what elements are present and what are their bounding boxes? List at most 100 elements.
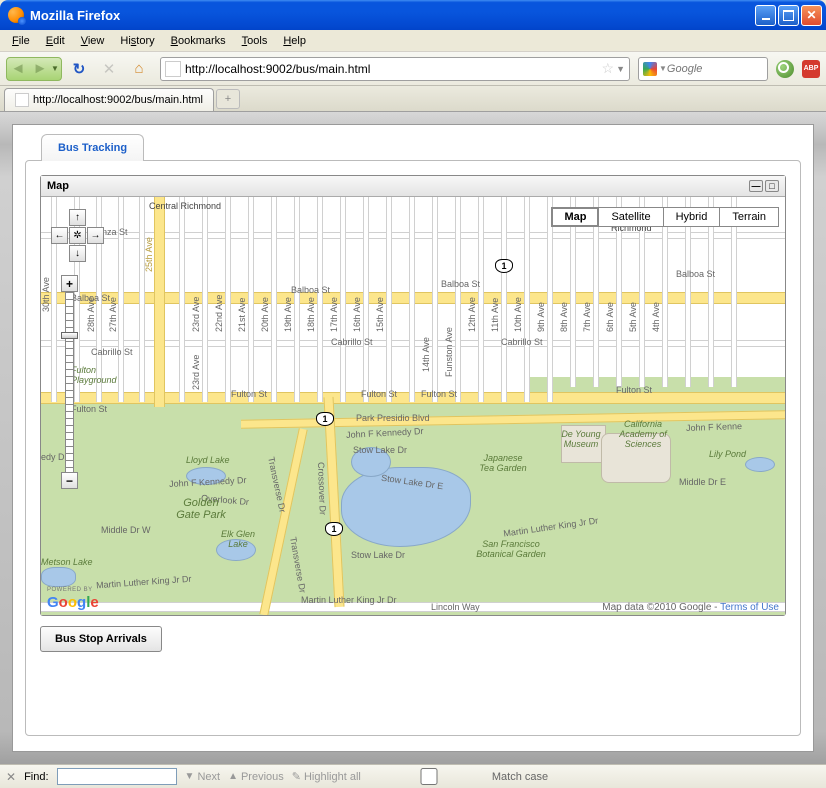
lake xyxy=(41,567,76,587)
reload-button[interactable]: ↻ xyxy=(66,56,92,82)
pan-up-button[interactable]: ↑ xyxy=(69,209,86,226)
zoom-slider-track[interactable] xyxy=(65,292,74,472)
match-case-input[interactable] xyxy=(369,768,489,785)
terms-link[interactable]: Terms of Use xyxy=(720,602,779,613)
map-panel-header: Map — □ xyxy=(41,176,785,197)
road xyxy=(248,197,254,402)
menu-bookmarks[interactable]: Bookmarks xyxy=(163,32,234,50)
road xyxy=(202,197,208,402)
highway-shield: 1 xyxy=(316,412,334,426)
bus-stop-arrivals-button[interactable]: Bus Stop Arrivals xyxy=(40,626,162,652)
map-label: Martin Luther King Jr Dr xyxy=(301,595,397,605)
road xyxy=(294,197,300,402)
forward-button[interactable]: ► xyxy=(29,58,51,80)
map-label: Lloyd Lake xyxy=(186,455,230,465)
zoom-in-button[interactable]: + xyxy=(61,275,78,292)
google-logo: Google xyxy=(47,594,99,611)
menu-view[interactable]: View xyxy=(73,32,113,50)
map-label: Funston Ave xyxy=(444,327,454,377)
map-label: 30th Ave xyxy=(41,277,51,312)
content-area: Bus Tracking Map — □ xyxy=(0,112,826,764)
map-label: Fulton St xyxy=(616,385,652,395)
url-history-dropdown[interactable]: ▼ xyxy=(616,64,625,74)
map-label: Elk Glen Lake xyxy=(218,529,258,549)
match-case-checkbox[interactable]: Match case xyxy=(369,768,548,785)
map-label: Crossover Dr xyxy=(316,462,328,515)
map-label: 21st Ave xyxy=(237,298,247,332)
map-label: Balboa St xyxy=(676,269,715,279)
url-input[interactable] xyxy=(185,62,600,76)
find-next-button[interactable]: ▼Next xyxy=(185,771,221,783)
map-label: Balboa St xyxy=(291,285,330,295)
map-label: 10th Ave xyxy=(513,297,523,332)
home-button[interactable]: ⌂ xyxy=(126,56,152,82)
close-button[interactable] xyxy=(801,5,822,26)
road xyxy=(478,197,484,402)
url-bar[interactable]: ☆ ▼ xyxy=(160,57,630,81)
map-type-hybrid[interactable]: Hybrid xyxy=(663,207,721,227)
menu-history[interactable]: History xyxy=(112,32,162,50)
minimize-button[interactable] xyxy=(755,5,776,26)
pan-down-button[interactable]: ↓ xyxy=(69,245,86,262)
search-go-button[interactable] xyxy=(776,60,794,78)
road xyxy=(547,197,553,402)
highway-shield: 1 xyxy=(495,259,513,273)
back-button[interactable]: ◄ xyxy=(7,58,29,80)
panel-minimize-button[interactable]: — xyxy=(749,180,763,192)
pan-center-button[interactable]: ✲ xyxy=(69,227,86,244)
highlight-icon: ✎ xyxy=(292,770,301,783)
google-icon[interactable] xyxy=(643,62,657,76)
adblock-icon[interactable]: ABP xyxy=(802,60,820,78)
map-type-map[interactable]: Map xyxy=(551,207,599,227)
findbar-close-button[interactable]: ✕ xyxy=(6,770,16,784)
arrow-up-icon: ▲ xyxy=(228,771,238,782)
road xyxy=(363,197,369,402)
map-label: Middle Dr W xyxy=(101,525,151,535)
map-label: Stow Lake Dr xyxy=(351,550,405,560)
map-label: Cabrillo St xyxy=(331,337,373,347)
powered-by-label: POWERED BY xyxy=(47,587,93,593)
menu-help[interactable]: Help xyxy=(275,32,314,50)
map-label: 20th Ave xyxy=(260,297,270,332)
zoom-slider-handle[interactable] xyxy=(61,332,78,339)
menu-edit[interactable]: Edit xyxy=(38,32,73,50)
map-label: Fulton St xyxy=(421,389,457,399)
search-input[interactable] xyxy=(667,63,763,75)
menu-file[interactable]: File xyxy=(4,32,38,50)
search-engine-dropdown[interactable]: ▼ xyxy=(659,64,667,73)
pan-right-button[interactable]: → xyxy=(87,227,104,244)
back-forward-group: ◄ ► ▼ xyxy=(6,57,62,81)
find-previous-button[interactable]: ▲Previous xyxy=(228,771,284,783)
panel-maximize-button[interactable]: □ xyxy=(765,180,779,192)
new-tab-button[interactable]: + xyxy=(216,89,240,109)
map-label: John F Kenne xyxy=(686,421,742,433)
map-panel: Map — □ xyxy=(40,175,786,616)
pan-left-button[interactable]: ← xyxy=(51,227,68,244)
navigation-toolbar: ◄ ► ▼ ↻ ✕ ⌂ ☆ ▼ ▼ ABP xyxy=(0,52,826,86)
tab-bus-tracking[interactable]: Bus Tracking xyxy=(41,134,144,161)
search-bar[interactable]: ▼ xyxy=(638,57,768,81)
map-label: 23rd Ave xyxy=(191,355,201,390)
map-type-terrain[interactable]: Terrain xyxy=(719,207,779,227)
highlight-all-button[interactable]: ✎Highlight all xyxy=(292,770,361,783)
map-label: 15th Ave xyxy=(375,297,385,332)
map-type-satellite[interactable]: Satellite xyxy=(598,207,663,227)
bookmark-star-icon[interactable]: ☆ xyxy=(602,60,615,77)
menu-tools[interactable]: Tools xyxy=(234,32,276,50)
map-label: 4th Ave xyxy=(651,302,661,332)
road xyxy=(317,197,323,402)
window-controls xyxy=(755,5,822,26)
attribution-text: Map data ©2010 Google - xyxy=(602,602,720,613)
zoom-out-button[interactable]: − xyxy=(61,472,78,489)
road xyxy=(340,197,346,402)
history-dropdown[interactable]: ▼ xyxy=(51,58,61,80)
map-zoom-control: + − xyxy=(61,275,78,489)
browser-tab[interactable]: http://localhost:9002/bus/main.html xyxy=(4,88,214,111)
tab-favicon xyxy=(15,93,29,107)
stop-button[interactable]: ✕ xyxy=(96,56,122,82)
map-label: 6th Ave xyxy=(605,302,615,332)
road xyxy=(139,197,145,402)
map-canvas[interactable]: 1 1 1 Central Richmond Richmond Anza St … xyxy=(41,197,785,615)
find-input[interactable] xyxy=(57,768,177,785)
maximize-button[interactable] xyxy=(778,5,799,26)
